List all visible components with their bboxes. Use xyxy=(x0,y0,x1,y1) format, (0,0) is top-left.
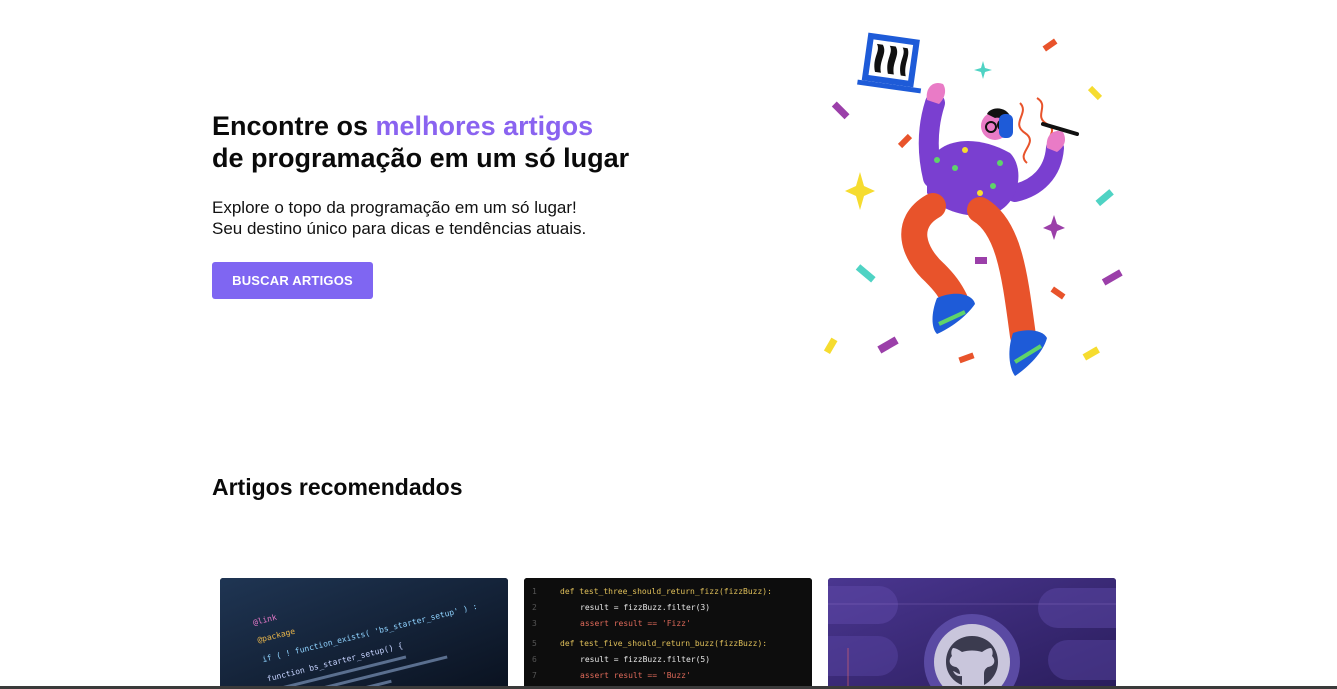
code-editor-icon: 1 2 3 5 6 7 def test_three_should_return… xyxy=(524,578,812,689)
hero-subtitle-line1: Explore o topo da programação em um só l… xyxy=(212,198,577,217)
code-screen-icon: @link @package if ( ! function_exists( '… xyxy=(220,578,508,689)
card-2-code-line-4: def test_five_should_return_buzz(fizzBuz… xyxy=(560,639,767,648)
svg-text:1: 1 xyxy=(532,587,537,596)
hero-title-accent: melhores artigos xyxy=(375,111,594,141)
card-2-code-line-3: assert result == 'Fizz' xyxy=(580,619,691,628)
svg-text:2: 2 xyxy=(532,603,537,612)
programmer-celebration-illustration xyxy=(823,32,1123,376)
search-articles-button[interactable]: BUSCAR ARTIGOS xyxy=(212,262,373,299)
svg-text:3: 3 xyxy=(532,619,537,628)
svg-text:7: 7 xyxy=(532,671,537,680)
card-2-code-line-2: result = fizzBuzz.filter(3) xyxy=(580,603,710,612)
recommended-articles-title: Artigos recomendados xyxy=(212,474,463,500)
hero-title-prefix: Encontre os xyxy=(212,111,376,141)
hero-title: Encontre os melhores artigos de programaç… xyxy=(212,110,629,174)
card-2-code-line-5: result = fizzBuzz.filter(5) xyxy=(580,655,710,664)
svg-text:6: 6 xyxy=(532,655,537,664)
article-card-1[interactable]: @link @package if ( ! function_exists( '… xyxy=(220,578,508,689)
hero-subtitle-line2: Seu destino único para dicas e tendência… xyxy=(212,219,587,238)
hero-title-line2: de programação em um só lugar xyxy=(212,143,630,173)
svg-text:5: 5 xyxy=(532,639,537,648)
card-2-code-line-1: def test_three_should_return_fizz(fizzBu… xyxy=(560,587,772,596)
github-icon xyxy=(828,578,1116,689)
card-2-code-line-6: assert result == 'Buzz' xyxy=(580,671,691,680)
article-card-2[interactable]: 1 2 3 5 6 7 def test_three_should_return… xyxy=(524,578,812,689)
article-card-3[interactable] xyxy=(828,578,1116,689)
hero-subtitle: Explore o topo da programação em um só l… xyxy=(212,197,586,239)
